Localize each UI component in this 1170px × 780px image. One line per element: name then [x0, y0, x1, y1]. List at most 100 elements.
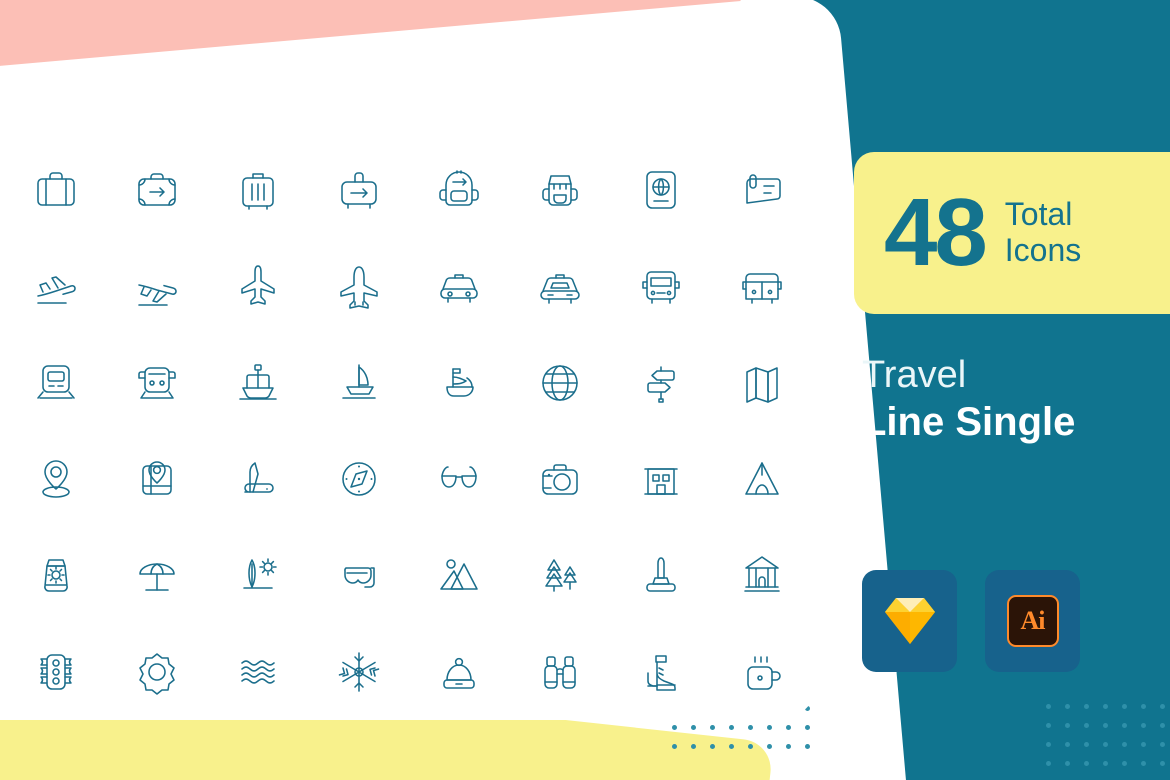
double-bus-icon[interactable]	[732, 256, 792, 316]
hiking-backpack-icon[interactable]	[530, 160, 590, 220]
dot	[786, 744, 791, 749]
plane-takeoff-icon[interactable]	[127, 256, 187, 316]
camera-icon[interactable]	[530, 449, 590, 509]
binoculars-icon[interactable]	[530, 642, 590, 702]
beach-umbrella-icon-glyph	[129, 547, 185, 603]
dot	[672, 744, 677, 749]
illustrator-format-tile[interactable]: Ai	[985, 570, 1080, 672]
total-icons-badge: 48 Total Icons	[854, 152, 1170, 314]
snorkel-mask-icon[interactable]	[329, 545, 389, 605]
airplane-top-icon-glyph	[230, 258, 286, 314]
waves-icon-glyph	[230, 644, 286, 700]
dot	[691, 725, 696, 730]
boarding-pass-icon[interactable]	[732, 160, 792, 220]
plane-landing-icon[interactable]	[26, 256, 86, 316]
illustrator-app-icon: Ai	[1006, 595, 1059, 647]
museum-icon-glyph	[734, 547, 790, 603]
cruise-ship-icon[interactable]	[228, 353, 288, 413]
museum-icon[interactable]	[732, 545, 792, 605]
icon-showcase-card	[0, 142, 818, 720]
suitcase-icon-glyph	[28, 162, 84, 218]
dot	[672, 725, 677, 730]
beach-umbrella-icon[interactable]	[127, 545, 187, 605]
gondola-boat-icon-glyph	[431, 355, 487, 411]
snowflake-icon[interactable]	[329, 642, 389, 702]
location-pin-icon-glyph	[28, 451, 84, 507]
suitcase-icon[interactable]	[26, 160, 86, 220]
sailboat-icon-glyph	[331, 355, 387, 411]
monument-icon[interactable]	[631, 545, 691, 605]
airplane-front-icon-glyph	[331, 258, 387, 314]
compass-icon[interactable]	[329, 449, 389, 509]
snorkel-mask-icon-glyph	[331, 547, 387, 603]
sunglasses-icon[interactable]	[429, 449, 489, 509]
pack-title-line2: Line Single	[862, 399, 1076, 444]
pine-trees-icon[interactable]	[530, 545, 590, 605]
waves-icon[interactable]	[228, 642, 288, 702]
pocket-knife-icon-glyph	[230, 451, 286, 507]
snowflake-icon-glyph	[331, 644, 387, 700]
badge-label-line2: Icons	[1004, 232, 1082, 268]
sailboat-icon[interactable]	[329, 353, 389, 413]
dot	[786, 725, 791, 730]
hiking-boots-icon-glyph	[633, 644, 689, 700]
backpack-icon[interactable]	[429, 160, 489, 220]
coffee-mug-icon[interactable]	[732, 642, 792, 702]
passport-icon[interactable]	[631, 160, 691, 220]
traffic-light-icon[interactable]	[26, 642, 86, 702]
sun-icon[interactable]	[127, 642, 187, 702]
hiking-boots-icon[interactable]	[631, 642, 691, 702]
dot	[805, 744, 810, 749]
tent-icon-glyph	[734, 451, 790, 507]
tram-icon[interactable]	[127, 353, 187, 413]
sun-icon-glyph	[129, 644, 185, 700]
trolley-case-icon[interactable]	[329, 160, 389, 220]
taxi-icon[interactable]	[429, 256, 489, 316]
icon-count-label: Total Icons	[1004, 196, 1082, 269]
signpost-icon-glyph	[633, 355, 689, 411]
sunscreen-icon[interactable]	[26, 545, 86, 605]
tram-icon-glyph	[129, 355, 185, 411]
map-pin-icon-glyph	[129, 451, 185, 507]
pocket-knife-icon[interactable]	[228, 449, 288, 509]
surfboard-sun-icon[interactable]	[228, 545, 288, 605]
dot	[729, 725, 734, 730]
plane-landing-icon-glyph	[28, 258, 84, 314]
rolling-luggage-icon[interactable]	[228, 160, 288, 220]
folded-map-icon[interactable]	[732, 353, 792, 413]
train-icon[interactable]	[26, 353, 86, 413]
cab-icon[interactable]	[530, 256, 590, 316]
taxi-icon-glyph	[431, 258, 487, 314]
briefcase-bag-icon-glyph	[129, 162, 185, 218]
globe-icon-glyph	[532, 355, 588, 411]
tent-icon[interactable]	[732, 449, 792, 509]
bus-icon[interactable]	[631, 256, 691, 316]
info-panel: 48 Total Icons Travel Line Single Ai	[828, 0, 1170, 780]
pack-title-line1: Travel	[862, 354, 967, 396]
sketch-format-tile[interactable]	[862, 570, 957, 672]
airplane-top-icon[interactable]	[228, 256, 288, 316]
camera-icon-glyph	[532, 451, 588, 507]
dot	[748, 725, 753, 730]
briefcase-bag-icon[interactable]	[127, 160, 187, 220]
mountains-icon[interactable]	[429, 545, 489, 605]
gondola-boat-icon[interactable]	[429, 353, 489, 413]
beanie-hat-icon[interactable]	[429, 642, 489, 702]
poster-stage: 48 Total Icons Travel Line Single Ai	[0, 0, 1170, 780]
binoculars-icon-glyph	[532, 644, 588, 700]
signpost-icon[interactable]	[631, 353, 691, 413]
map-pin-icon[interactable]	[127, 449, 187, 509]
format-badges: Ai	[862, 570, 1080, 672]
mountains-icon-glyph	[431, 547, 487, 603]
airplane-front-icon[interactable]	[329, 256, 389, 316]
location-pin-icon[interactable]	[26, 449, 86, 509]
hiking-backpack-icon-glyph	[532, 162, 588, 218]
globe-icon[interactable]	[530, 353, 590, 413]
dot	[767, 744, 772, 749]
boarding-pass-icon-glyph	[734, 162, 790, 218]
dot	[710, 744, 715, 749]
hotel-icon[interactable]	[631, 449, 691, 509]
monument-icon-glyph	[633, 547, 689, 603]
bus-icon-glyph	[633, 258, 689, 314]
trolley-case-icon-glyph	[331, 162, 387, 218]
